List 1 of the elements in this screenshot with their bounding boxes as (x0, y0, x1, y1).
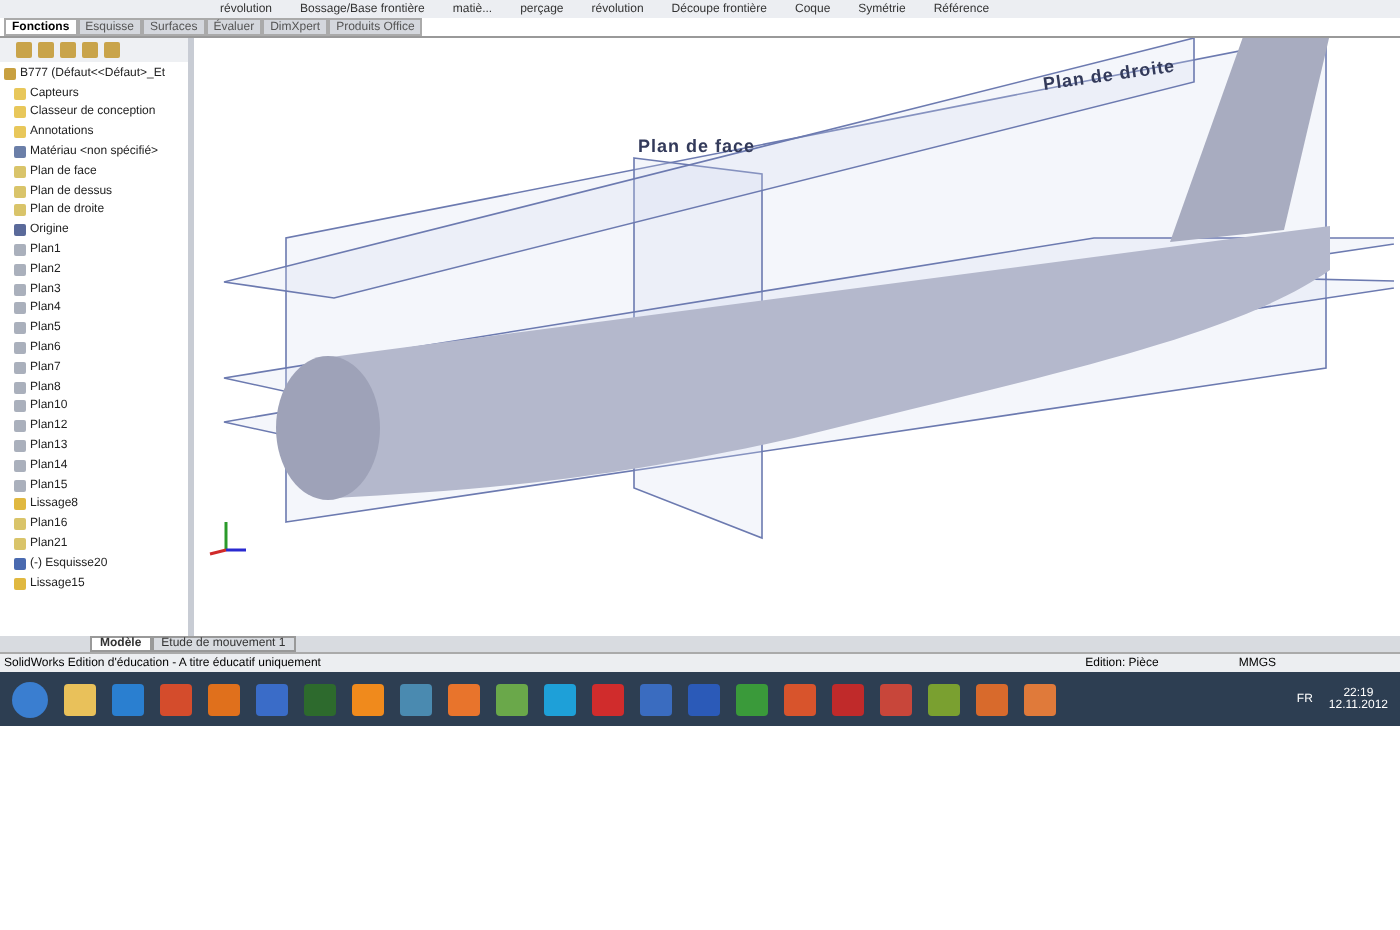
plane-label: Plan de droite (1041, 55, 1177, 94)
